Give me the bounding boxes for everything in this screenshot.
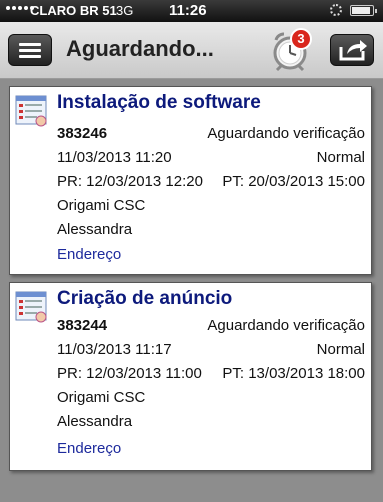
ticket-pt: PT: 13/03/2013 18:00 (222, 365, 365, 382)
ticket-datetime: 11/03/2013 11:17 (57, 341, 172, 358)
share-arrow-icon (339, 40, 367, 61)
ticket-date-row: 11/03/2013 11:17 Normal (57, 341, 365, 358)
ticket-organization: Origami CSC (57, 197, 146, 214)
battery-level (352, 7, 370, 14)
ticket-number: 383246 (57, 125, 108, 142)
menu-button[interactable] (8, 34, 52, 66)
ticket-card[interactable]: Instalação de software 383246 Aguardando… (9, 86, 372, 275)
activity-spinner-icon (330, 4, 342, 16)
network-type: 3G (116, 3, 134, 18)
ticket-deadline-row: PR: 12/03/2013 11:00 PT: 13/03/2013 18:0… (57, 365, 365, 382)
ticket-number-row: 383246 Aguardando verificação (57, 125, 365, 142)
form-document-icon (15, 95, 47, 127)
nav-header: Aguardando... 3 (0, 22, 383, 79)
status-bar: CLARO BR 51 3G 11:26 (0, 0, 383, 22)
status-time: 11:26 (169, 2, 207, 19)
carrier-name: CLARO BR 51 (30, 3, 117, 18)
ticket-card[interactable]: Criação de anúncio 383244 Aguardando ver… (9, 282, 372, 471)
ticket-address-link[interactable]: Endereço (57, 246, 365, 263)
ticket-priority: Normal (316, 341, 365, 358)
form-document-icon (15, 291, 47, 323)
ticket-status: Aguardando verificação (207, 317, 365, 334)
ticket-address-link[interactable]: Endereço (57, 440, 365, 457)
ticket-title: Instalação de software (57, 92, 261, 113)
ticket-organization: Origami CSC (57, 389, 146, 406)
ticket-title: Criação de anúncio (57, 288, 233, 309)
ticket-pr: PR: 12/03/2013 11:00 (57, 365, 202, 382)
ticket-pr: PR: 12/03/2013 12:20 (57, 173, 203, 190)
ticket-person: Alessandra (57, 221, 133, 238)
share-button[interactable] (330, 34, 374, 66)
ticket-number-row: 383244 Aguardando verificação (57, 317, 365, 334)
ticket-priority: Normal (316, 149, 365, 166)
ticket-status: Aguardando verificação (207, 125, 365, 142)
ticket-pt: PT: 20/03/2013 15:00 (222, 173, 365, 190)
battery-icon (350, 5, 377, 16)
ticket-datetime: 11/03/2013 11:20 (57, 149, 172, 166)
ticket-person: Alessandra (57, 413, 133, 430)
page-title: Aguardando... (66, 36, 214, 61)
notification-badge: 3 (290, 28, 312, 50)
ticket-number: 383244 (57, 317, 108, 334)
ticket-deadline-row: PR: 12/03/2013 12:20 PT: 20/03/2013 15:0… (57, 173, 365, 190)
ticket-date-row: 11/03/2013 11:20 Normal (57, 149, 365, 166)
